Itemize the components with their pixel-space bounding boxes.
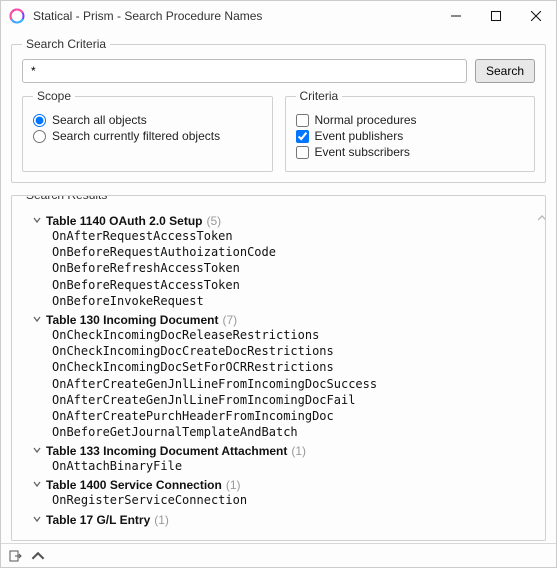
result-item[interactable]: OnCheckIncomingDocSetForOCRRestrictions xyxy=(52,359,537,375)
criteria-option-subscribers[interactable]: Event subscribers xyxy=(296,145,525,159)
criteria-legend: Criteria xyxy=(296,89,343,103)
result-item[interactable]: OnBeforeRequestAccessToken xyxy=(52,277,537,293)
group-title: Table 1140 OAuth 2.0 Setup xyxy=(46,214,203,228)
group-title: Table 133 Incoming Document Attachment xyxy=(46,444,287,458)
group-title: Table 1400 Service Connection xyxy=(46,478,222,492)
criteria-check-publishers[interactable] xyxy=(296,130,309,143)
group-count: (5) xyxy=(207,214,222,228)
status-bar xyxy=(1,543,556,567)
title-bar: Statical - Prism - Search Procedure Name… xyxy=(1,1,556,31)
criteria-option-publishers[interactable]: Event publishers xyxy=(296,129,525,143)
result-group-header[interactable]: Table 17 G/L Entry (1) xyxy=(32,513,537,527)
group-count: (1) xyxy=(154,513,169,527)
close-button[interactable] xyxy=(516,1,556,31)
export-icon[interactable] xyxy=(9,549,23,563)
search-input[interactable] xyxy=(22,59,467,83)
window-title: Statical - Prism - Search Procedure Name… xyxy=(33,9,436,23)
scope-legend: Scope xyxy=(33,89,75,103)
result-item[interactable]: OnCheckIncomingDocCreateDocRestrictions xyxy=(52,343,537,359)
criteria-check-subscribers[interactable] xyxy=(296,146,309,159)
group-title: Table 17 G/L Entry xyxy=(46,513,150,527)
criteria-label-publishers: Event publishers xyxy=(315,129,404,143)
search-results-group: Search Results Table 1140 OAuth 2.0 Setu… xyxy=(11,195,546,541)
search-criteria-legend: Search Criteria xyxy=(22,37,110,51)
app-logo-icon xyxy=(9,8,25,24)
criteria-label-subscribers: Event subscribers xyxy=(315,145,410,159)
scope-option-all[interactable]: Search all objects xyxy=(33,113,262,127)
criteria-option-normal[interactable]: Normal procedures xyxy=(296,113,525,127)
result-group-header[interactable]: Table 1140 OAuth 2.0 Setup (5) xyxy=(32,214,537,228)
scope-radio-all[interactable] xyxy=(33,114,46,127)
result-item[interactable]: OnAttachBinaryFile xyxy=(52,458,537,474)
result-item[interactable]: OnRegisterServiceConnection xyxy=(52,492,537,508)
result-group-header[interactable]: Table 130 Incoming Document (7) xyxy=(32,313,537,327)
scope-label-all: Search all objects xyxy=(52,113,147,127)
criteria-label-normal: Normal procedures xyxy=(315,113,417,127)
scope-label-filtered: Search currently filtered objects xyxy=(52,129,220,143)
criteria-group: Criteria Normal procedures Event publish… xyxy=(285,89,536,172)
result-item[interactable]: OnBeforeGetJournalTemplateAndBatch xyxy=(52,424,537,440)
group-count: (7) xyxy=(222,313,237,327)
result-item[interactable]: OnBeforeInvokeRequest xyxy=(52,293,537,309)
collapse-up-icon[interactable] xyxy=(31,549,45,563)
result-item[interactable]: OnAfterRequestAccessToken xyxy=(52,228,537,244)
search-button[interactable]: Search xyxy=(475,59,535,83)
chevron-down-icon xyxy=(32,444,42,458)
criteria-check-normal[interactable] xyxy=(296,114,309,127)
scope-group: Scope Search all objects Search currentl… xyxy=(22,89,273,172)
chevron-down-icon xyxy=(32,478,42,492)
result-item[interactable]: OnCheckIncomingDocReleaseRestrictions xyxy=(52,327,537,343)
scope-radio-filtered[interactable] xyxy=(33,130,46,143)
result-item[interactable]: OnAfterCreateGenJnlLineFromIncomingDocFa… xyxy=(52,392,537,408)
search-criteria-group: Search Criteria Search Scope Search all … xyxy=(11,37,546,183)
results-list[interactable]: Table 1140 OAuth 2.0 Setup (5)OnAfterReq… xyxy=(12,196,545,540)
chevron-down-icon xyxy=(32,513,42,527)
group-title: Table 130 Incoming Document xyxy=(46,313,218,327)
minimize-button[interactable] xyxy=(436,1,476,31)
result-item[interactable]: OnBeforeRequestAuthoizationCode xyxy=(52,244,537,260)
group-count: (1) xyxy=(291,444,306,458)
scope-option-filtered[interactable]: Search currently filtered objects xyxy=(33,129,262,143)
result-item[interactable]: OnAfterCreatePurchHeaderFromIncomingDoc xyxy=(52,408,537,424)
result-item[interactable]: OnBeforeRefreshAccessToken xyxy=(52,260,537,276)
maximize-button[interactable] xyxy=(476,1,516,31)
chevron-down-icon xyxy=(32,313,42,327)
chevron-down-icon xyxy=(32,214,42,228)
scroll-up-icon[interactable] xyxy=(538,214,543,230)
result-group-header[interactable]: Table 1400 Service Connection (1) xyxy=(32,478,537,492)
result-item[interactable]: OnAfterCreateGenJnlLineFromIncomingDocSu… xyxy=(52,376,537,392)
group-count: (1) xyxy=(226,478,241,492)
result-group-header[interactable]: Table 133 Incoming Document Attachment (… xyxy=(32,444,537,458)
